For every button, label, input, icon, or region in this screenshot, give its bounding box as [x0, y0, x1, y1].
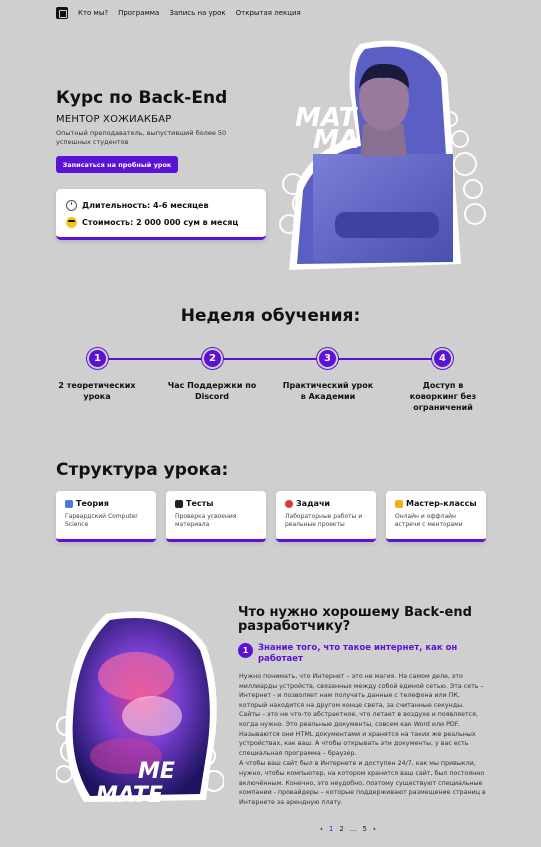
duration-row: Длительность: 4-6 месяцев	[66, 197, 256, 214]
step-label-2: Час Поддержки по Discord	[167, 381, 257, 401]
hero-mentor: МЕНТОР ХОЖИАКБАР	[56, 114, 172, 125]
card-title: Тесты	[186, 499, 214, 508]
card-description: Лабораторные работы и реальные проекты	[285, 513, 363, 528]
card-tasks[interactable]: Задачи Лабораторные работы и реальные пр…	[276, 491, 376, 542]
card-title: Мастер-классы	[406, 499, 477, 508]
handshake-icon	[395, 499, 403, 508]
card-tests[interactable]: Тесты Проверка усвоения материала	[166, 491, 266, 542]
snake-photo: ME MATE	[55, 606, 225, 808]
page-5[interactable]: 5	[363, 825, 367, 833]
bag-icon	[285, 499, 293, 508]
item-body-paragraph-2: А чтобы ваш сайт был в Интернете и досту…	[239, 760, 486, 806]
step-number-3: 3	[317, 348, 338, 369]
mentor-photo: MAT MA	[275, 34, 487, 272]
hero-description: Опытный преподаватель, выпустивший более…	[56, 129, 227, 146]
step-label-1: 2 теоретических урока	[58, 381, 136, 401]
mentor-photo-graphic: MAT MA	[279, 40, 486, 270]
nav-link-about[interactable]: Кто мы?	[78, 9, 108, 17]
step-label-3: Практический урок в Академии	[282, 381, 374, 401]
step-label-4: Доступ в коворкинг без ограничений	[409, 381, 477, 412]
week-timeline-line	[97, 358, 443, 360]
page-ellipsis: ...	[349, 825, 357, 833]
snake-photo-graphic: ME MATE	[55, 611, 225, 808]
svg-text:MA: MA	[313, 125, 359, 155]
computer-icon	[175, 499, 183, 508]
item-body: Нужно понимать, что Интернет – это не ма…	[239, 672, 487, 808]
price-row: Стоимость: 2 000 000 сум в месяц	[66, 214, 256, 231]
nav-link-signup[interactable]: Запись на урок	[169, 9, 225, 17]
nav-link-open-lecture[interactable]: Открытая лекция	[236, 9, 301, 17]
duration-text: Длительность: 4-6 месяцев	[82, 201, 209, 210]
week-section-title: Неделя обучения:	[180, 306, 361, 326]
structure-section-title: Структура урока:	[56, 460, 229, 480]
step-number-1: 1	[87, 348, 108, 369]
item-number-badge: 1	[238, 643, 253, 658]
prev-page-button[interactable]: ‹	[320, 825, 323, 833]
card-description: Гарвардский Computer Science	[65, 513, 138, 528]
step-number-2: 2	[202, 348, 223, 369]
stopwatch-icon	[66, 200, 77, 211]
card-theory[interactable]: Теория Гарвардский Computer Science	[56, 491, 156, 542]
nav-link-program[interactable]: Программа	[118, 9, 159, 17]
card-masterclasses[interactable]: Мастер-классы Онлайн и оффлайн встречи с…	[386, 491, 486, 542]
logo-icon[interactable]	[56, 7, 68, 19]
top-nav: Кто мы? Программа Запись на урок Открыта…	[56, 6, 301, 20]
step-number-4: 4	[432, 348, 453, 369]
card-title: Теория	[76, 499, 109, 508]
sunglasses-face-icon	[66, 217, 77, 228]
backend-question-title: Что нужно хорошему Back-end разработчику…	[238, 605, 472, 634]
price-text: Стоимость: 2 000 000 сум в месяц	[82, 218, 239, 227]
card-title: Задачи	[296, 499, 331, 508]
graduation-icon	[65, 499, 73, 508]
svg-text:ME: ME	[138, 759, 175, 784]
next-page-button[interactable]: ›	[373, 825, 376, 833]
item-title: Знание того, что такое интернет, как он …	[258, 643, 458, 664]
svg-text:MATE: MATE	[96, 783, 163, 806]
page-2[interactable]: 2	[339, 825, 343, 833]
trial-lesson-button[interactable]: Записаться на пробный урок	[56, 156, 178, 173]
pagination: ‹ 1 2 ... 5 ›	[320, 825, 376, 833]
page-1[interactable]: 1	[329, 825, 333, 833]
hero-title: Курс по Back-End	[56, 88, 228, 108]
course-info-card: Длительность: 4-6 месяцев Стоимость: 2 0…	[56, 189, 266, 240]
card-description: Онлайн и оффлайн встречи с менторами	[395, 513, 463, 528]
card-description: Проверка усвоения материала	[175, 513, 237, 528]
item-body-paragraph-1: Нужно понимать, что Интернет – это не ма…	[239, 673, 484, 757]
